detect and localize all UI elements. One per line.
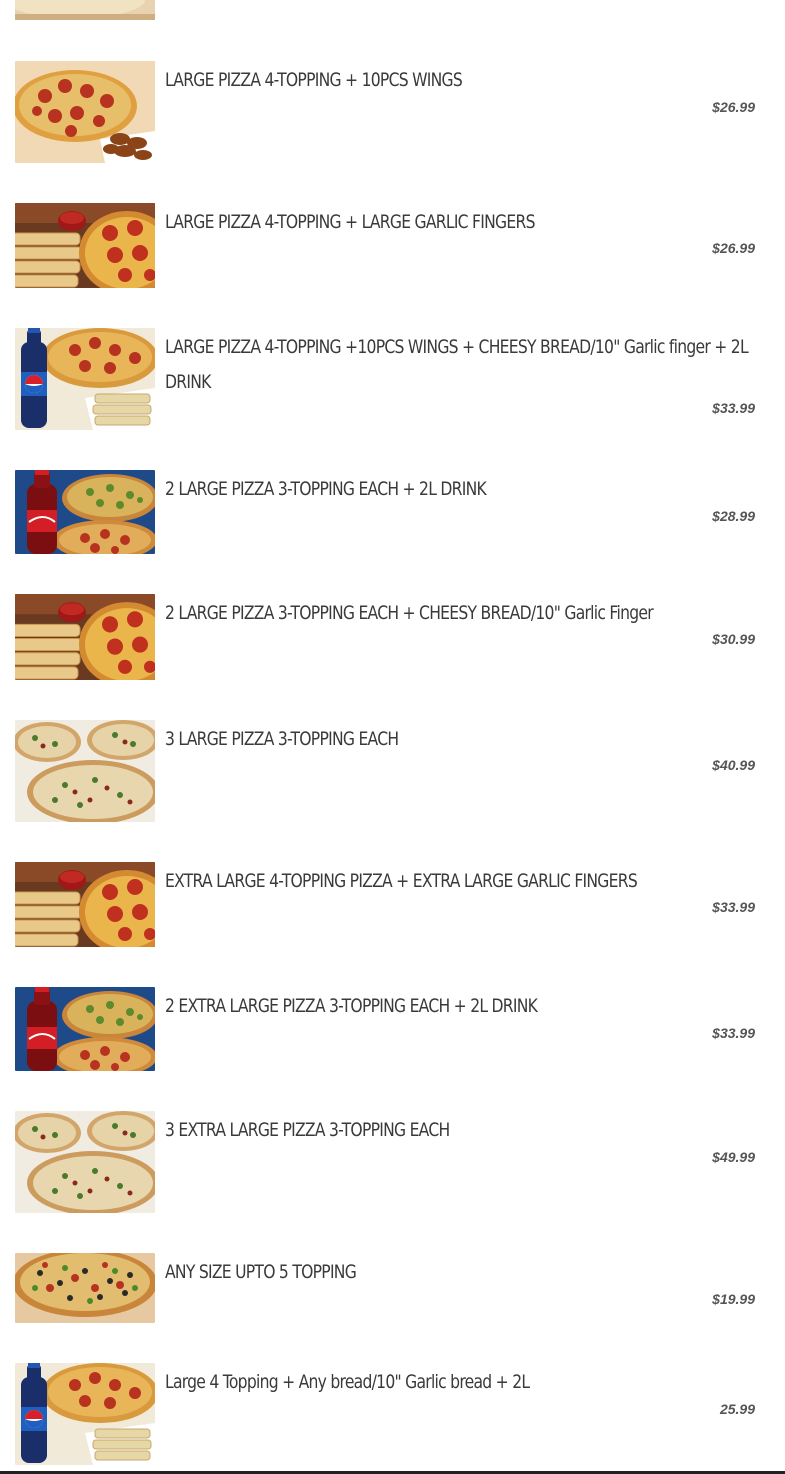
menu-item[interactable]: LARGE PIZZA 4-TOPPING + LARGE GARLIC FIN… <box>15 203 770 288</box>
menu-item-price: $26.99 <box>712 240 755 256</box>
menu-item-price: $49.99 <box>712 1149 755 1165</box>
menu-item[interactable]: LARGE PIZZA 4-TOPPING +10PCS WINGS + CHE… <box>15 328 770 430</box>
menu-item-partial[interactable] <box>15 0 770 20</box>
two-pizzas-with-coca-cola-image <box>15 470 155 554</box>
menu-item-title: 2 LARGE PIZZA 3-TOPPING EACH + 2L DRINK <box>165 478 487 500</box>
three-pizzas-image <box>15 1111 155 1213</box>
menu-list: LARGE PIZZA 4-TOPPING + 10PCS WINGS $26.… <box>0 0 785 1474</box>
menu-item-title: 2 EXTRA LARGE PIZZA 3-TOPPING EACH + 2L … <box>165 995 538 1017</box>
menu-item-title: 2 LARGE PIZZA 3-TOPPING EACH + CHEESY BR… <box>165 602 654 624</box>
menu-item-price: $40.99 <box>712 757 755 773</box>
menu-item[interactable]: 3 EXTRA LARGE PIZZA 3-TOPPING EACH $49.9… <box>15 1111 770 1213</box>
menu-item[interactable]: 2 EXTRA LARGE PIZZA 3-TOPPING EACH + 2L … <box>15 987 770 1071</box>
menu-item-image <box>15 0 155 20</box>
supreme-pizza-image <box>15 1253 155 1323</box>
pizza-with-garlic-fingers-image <box>15 862 155 947</box>
menu-item[interactable]: LARGE PIZZA 4-TOPPING + 10PCS WINGS $26.… <box>15 61 770 163</box>
menu-item-price: $28.99 <box>712 508 755 524</box>
menu-item[interactable]: EXTRA LARGE 4-TOPPING PIZZA + EXTRA LARG… <box>15 862 770 947</box>
menu-item[interactable]: 2 LARGE PIZZA 3-TOPPING EACH + 2L DRINK … <box>15 470 770 554</box>
menu-item-price: $30.99 <box>712 631 755 647</box>
menu-item-price: $33.99 <box>712 899 755 915</box>
pizza-with-garlic-fingers-image <box>15 594 155 680</box>
menu-item-price: $19.99 <box>712 1291 755 1307</box>
menu-item-title: 3 EXTRA LARGE PIZZA 3-TOPPING EACH <box>165 1119 450 1141</box>
menu-item-price: $33.99 <box>712 400 755 416</box>
menu-item-title: EXTRA LARGE 4-TOPPING PIZZA + EXTRA LARG… <box>165 870 638 892</box>
menu-item-price: $26.99 <box>712 99 755 115</box>
menu-item-title: 3 LARGE PIZZA 3-TOPPING EACH <box>165 728 399 750</box>
menu-item[interactable]: 3 LARGE PIZZA 3-TOPPING EACH $40.99 <box>15 720 770 822</box>
menu-item-title: LARGE PIZZA 4-TOPPING + LARGE GARLIC FIN… <box>165 211 535 233</box>
pepperoni-pizza-with-wings-image <box>15 61 155 163</box>
two-pizzas-with-coca-cola-image <box>15 987 155 1071</box>
menu-item-title: Large 4 Topping + Any bread/10" Garlic b… <box>165 1371 530 1393</box>
menu-item[interactable]: ANY SIZE UPTO 5 TOPPING $19.99 <box>15 1253 770 1323</box>
menu-item-price: $33.99 <box>712 1025 755 1041</box>
menu-item[interactable]: Large 4 Topping + Any bread/10" Garlic b… <box>15 1363 770 1465</box>
menu-item-title: LARGE PIZZA 4-TOPPING +10PCS WINGS + CHE… <box>165 336 749 393</box>
menu-item[interactable]: 2 LARGE PIZZA 3-TOPPING EACH + CHEESY BR… <box>15 594 770 680</box>
pizza-with-pepsi-and-bread-image <box>15 328 155 430</box>
pizza-with-pepsi-and-bread-image <box>15 1363 155 1465</box>
menu-item-title: ANY SIZE UPTO 5 TOPPING <box>165 1261 357 1283</box>
menu-item-price: 25.99 <box>719 1401 755 1417</box>
pizza-with-garlic-fingers-image <box>15 203 155 288</box>
menu-item-title: LARGE PIZZA 4-TOPPING + 10PCS WINGS <box>165 69 463 91</box>
three-pizzas-image <box>15 720 155 822</box>
